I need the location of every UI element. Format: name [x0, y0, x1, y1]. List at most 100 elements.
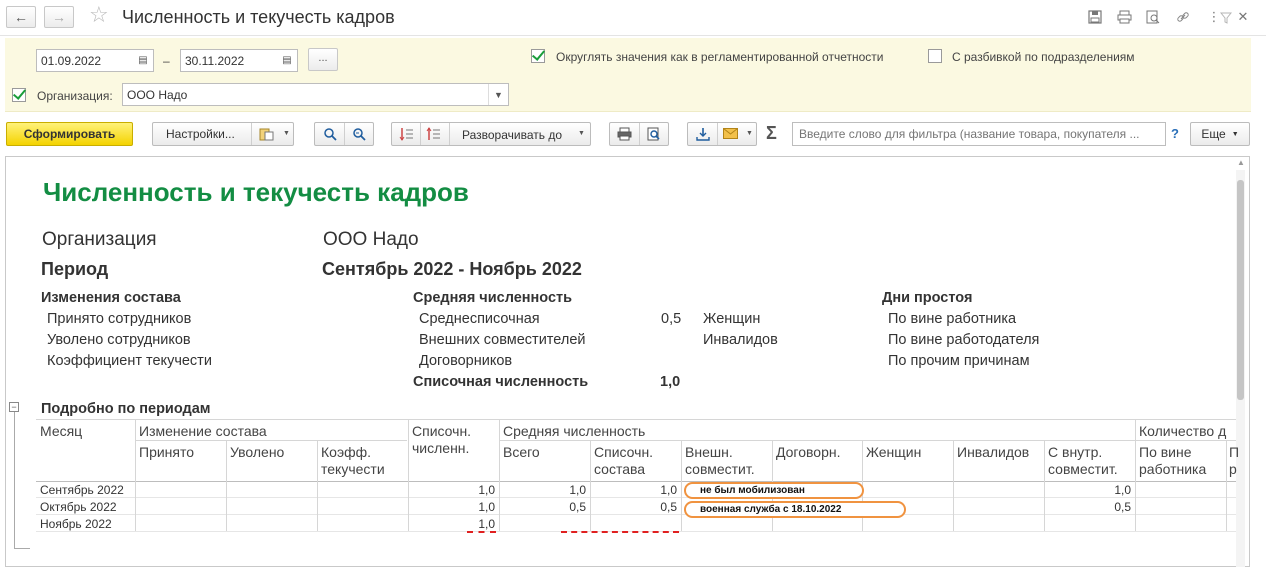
- separator: [449, 123, 450, 145]
- date-to-field[interactable]: 30.11.2022 ▤: [180, 49, 298, 72]
- expand-to-button[interactable]: Разворачивать до: [462, 128, 562, 142]
- table-border: [681, 440, 682, 531]
- table-border: [499, 419, 500, 531]
- link-icon[interactable]: [1174, 8, 1192, 26]
- annotation-note: не был мобилизован: [684, 482, 864, 499]
- forward-button[interactable]: →: [44, 6, 74, 28]
- dropdown-icon[interactable]: ▼: [283, 130, 290, 137]
- women-label: Женщин: [703, 311, 761, 327]
- back-button[interactable]: ←: [6, 6, 36, 28]
- scroll-up-icon[interactable]: ▲: [1237, 158, 1245, 167]
- org-value: ООО Надо: [323, 229, 419, 250]
- search-group: [314, 122, 374, 146]
- col-next: П р: [1229, 444, 1240, 477]
- search-icon[interactable]: [323, 127, 337, 144]
- grp-avg: Средняя численность: [503, 423, 646, 439]
- dropdown-icon[interactable]: ▼: [488, 84, 508, 105]
- expand-group: Разворачивать до ▼: [391, 122, 591, 146]
- collapse-group-icon[interactable]: −: [9, 402, 19, 412]
- table-border: [1226, 440, 1227, 531]
- grp-change: Изменение состава: [139, 423, 267, 439]
- print-icon[interactable]: [617, 127, 632, 144]
- filter-icon[interactable]: [1219, 12, 1233, 24]
- col-month: Месяц: [40, 423, 83, 439]
- downtime-item: По вине работника: [888, 311, 1017, 327]
- annotation-note: военная служба с 18.10.2022: [684, 501, 906, 518]
- table-border: [36, 419, 1236, 420]
- variant-icon[interactable]: [259, 127, 274, 144]
- table-border: [953, 440, 954, 531]
- dropdown-icon[interactable]: ▼: [578, 130, 585, 137]
- report-search-input[interactable]: [792, 122, 1166, 146]
- col-hired: Принято: [139, 444, 195, 460]
- downtime-item: По прочим причинам: [888, 353, 1030, 369]
- download-icon[interactable]: [696, 127, 710, 144]
- calendar-icon[interactable]: ▤: [277, 50, 297, 71]
- avg-item: Внешних совместителей: [419, 332, 586, 348]
- find-next-icon[interactable]: [352, 127, 367, 144]
- help-icon[interactable]: ?: [1171, 126, 1179, 141]
- period-label: Период: [41, 259, 109, 279]
- date-from-value: 01.09.2022: [41, 54, 102, 68]
- print-preview-icon[interactable]: [647, 127, 661, 144]
- grp-count: Количество д: [1139, 423, 1227, 439]
- split-departments-label: С разбивкой по подразделениям: [952, 50, 1135, 64]
- dropdown-icon[interactable]: ▼: [746, 130, 753, 137]
- save-icon[interactable]: [1086, 8, 1104, 26]
- table-cell-list-comp: 1,0: [660, 483, 677, 497]
- organization-field[interactable]: ООО Надо ▼: [122, 83, 509, 106]
- avg-value: 0,5: [661, 311, 682, 327]
- print-icon[interactable]: [1115, 8, 1133, 26]
- favorite-star-icon[interactable]: ☆: [89, 4, 109, 26]
- col-emp-fault: По вине работника: [1139, 444, 1207, 477]
- more-button[interactable]: Еще ▼: [1190, 122, 1250, 146]
- expand-levels-icon[interactable]: [426, 127, 441, 144]
- date-dash: –: [163, 54, 170, 68]
- table-cell-list: 1,0: [478, 517, 495, 531]
- col-internal: С внутр. совместит.: [1048, 444, 1118, 477]
- table-cell-total: 1,0: [569, 483, 586, 497]
- date-from-field[interactable]: 01.09.2022 ▤: [36, 49, 154, 72]
- tree-line: [14, 548, 30, 549]
- table-border: [135, 419, 136, 531]
- dropdown-icon: ▼: [1231, 130, 1239, 138]
- col-list-comp: Списочн. состава: [594, 444, 654, 477]
- table-row-month: Октябрь 2022: [40, 500, 117, 514]
- changes-heading: Изменения состава: [41, 290, 181, 306]
- close-icon[interactable]: ✕: [1234, 8, 1252, 26]
- downtime-item: По вине работодателя: [888, 332, 1040, 348]
- table-cell-internal: 0,5: [1114, 500, 1131, 514]
- round-values-label: Округлять значения как в регламентирован…: [556, 50, 884, 64]
- table-border: [36, 497, 1236, 498]
- split-departments-checkbox[interactable]: [928, 49, 942, 63]
- table-cell-list-comp: 0,5: [660, 500, 677, 514]
- table-border: [499, 440, 1135, 441]
- table-border: [36, 514, 1236, 515]
- table-border: [226, 440, 227, 531]
- table-border: [408, 419, 409, 531]
- settings-button[interactable]: Настройки... ▼: [152, 122, 294, 146]
- collapse-levels-icon[interactable]: [399, 127, 414, 144]
- organization-label: Организация:: [37, 89, 113, 103]
- period-select-button[interactable]: ...: [308, 48, 338, 71]
- list-count-value: 1,0: [660, 374, 681, 390]
- org-label: Организация: [42, 229, 157, 250]
- preview-icon[interactable]: [1144, 8, 1162, 26]
- generate-button[interactable]: Сформировать: [6, 122, 133, 146]
- separator: [344, 123, 345, 145]
- separator: [251, 123, 252, 145]
- table-cell-list: 1,0: [478, 500, 495, 514]
- window-title: Численность и текучесть кадров: [122, 7, 395, 27]
- scrollbar-thumb[interactable]: [1237, 180, 1244, 400]
- organization-checkbox[interactable]: [12, 88, 26, 102]
- report-toolbar: Сформировать Настройки... ▼ Разворачиват…: [0, 116, 1266, 156]
- col-women: Женщин: [866, 444, 922, 460]
- disabled-label: Инвалидов: [703, 332, 778, 348]
- vertical-scrollbar[interactable]: [1236, 170, 1245, 567]
- round-values-checkbox[interactable]: [531, 49, 545, 63]
- col-contract: Договорн.: [776, 444, 841, 460]
- email-icon[interactable]: [723, 128, 738, 142]
- calendar-icon[interactable]: ▤: [133, 50, 153, 71]
- table-cell-internal: 1,0: [1114, 483, 1131, 497]
- sum-icon[interactable]: Σ: [766, 123, 777, 144]
